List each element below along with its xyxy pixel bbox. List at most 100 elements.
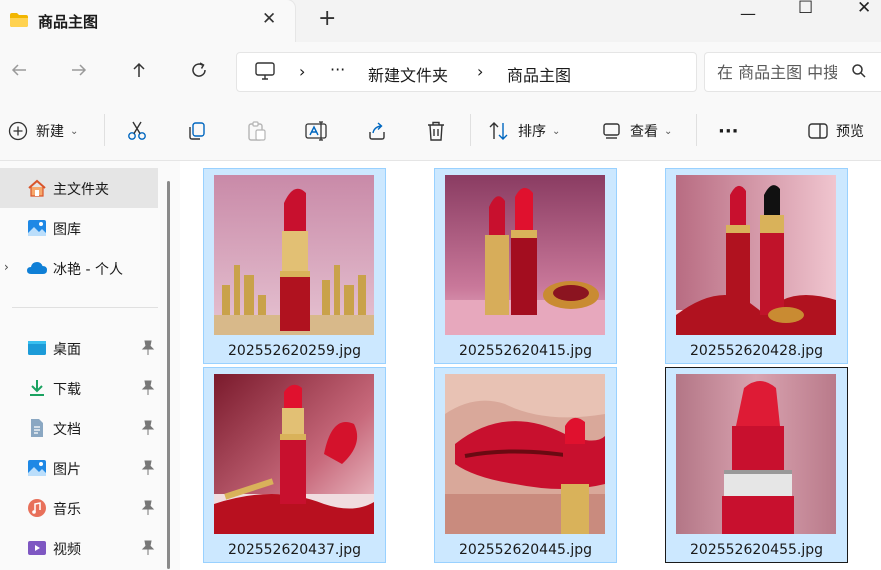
file-name[interactable]: 202552620455.jpg (666, 542, 847, 558)
refresh-icon[interactable] (184, 55, 214, 85)
sidebar-item-label: 文档 (53, 422, 81, 438)
file-tile[interactable]: 202552620437.jpg (203, 367, 386, 563)
file-tile[interactable]: 202552620455.jpg (665, 367, 848, 563)
sidebar-item-label: 音乐 (53, 502, 81, 518)
computer-monitor-icon[interactable] (255, 62, 275, 80)
window-close-button[interactable]: ✕ (857, 0, 871, 18)
sidebar-item-label: 主文件夹 (53, 182, 109, 198)
tab-title: 商品主图 (38, 13, 99, 31)
file-tile[interactable]: 202552620259.jpg (203, 168, 386, 364)
share-button[interactable] (366, 118, 388, 144)
forward-arrow-icon[interactable] (64, 55, 94, 85)
sidebar-scrollbar[interactable] (167, 181, 170, 569)
pin-icon[interactable] (141, 340, 155, 356)
file-thumbnail (445, 374, 605, 534)
pin-icon[interactable] (141, 420, 155, 436)
cut-button[interactable] (126, 118, 148, 144)
file-thumbnail (676, 175, 836, 335)
pin-icon[interactable] (141, 500, 155, 516)
pin-icon[interactable] (141, 540, 155, 556)
sidebar-divider (12, 307, 158, 308)
video-icon (28, 541, 46, 555)
new-button-label: 新建 (36, 124, 64, 140)
sidebar-item-documents[interactable]: 文档 (0, 408, 158, 448)
file-name[interactable]: 202552620445.jpg (435, 542, 616, 558)
sidebar-item-videos[interactable]: 视频 (0, 528, 158, 568)
music-icon (28, 499, 46, 517)
view-button[interactable]: 查看 ⌄ (602, 118, 672, 144)
sidebar-item-onedrive[interactable]: › 冰艳 - 个人 (0, 248, 158, 288)
file-thumbnail (676, 374, 836, 534)
search-icon[interactable] (851, 63, 867, 79)
sidebar-item-music[interactable]: 音乐 (0, 488, 158, 528)
file-name[interactable]: 202552620259.jpg (204, 343, 385, 359)
clipboard-icon (248, 121, 266, 141)
breadcrumb-item-current[interactable]: 商品主图 (507, 62, 571, 86)
breadcrumb-item-new-folder[interactable]: 新建文件夹 (368, 62, 448, 86)
sidebar-item-label: 视频 (53, 542, 81, 558)
delete-button[interactable] (426, 118, 446, 144)
more-options-button[interactable]: ··· (718, 118, 739, 144)
sort-button[interactable]: 排序 ⌄ (488, 118, 560, 144)
pin-icon[interactable] (141, 380, 155, 396)
navigation-bar: › ··· 新建文件夹 › 商品主图 (0, 42, 881, 100)
file-name[interactable]: 202552620428.jpg (666, 343, 847, 359)
pin-icon[interactable] (141, 460, 155, 476)
plus-circle-icon (8, 121, 28, 141)
address-bar[interactable]: › ··· 新建文件夹 › 商品主图 (236, 52, 697, 92)
maximize-button[interactable]: ☐ (798, 0, 813, 18)
command-bar: 新建 ⌄ 排序 ⌄ 查看 ⌄ ··· 预览 (0, 100, 881, 161)
sidebar-item-desktop[interactable]: 桌面 (0, 328, 158, 368)
rename-icon (305, 121, 327, 141)
gallery-icon (28, 220, 46, 236)
rename-button[interactable] (305, 118, 329, 144)
chevron-down-icon: ⌄ (70, 125, 79, 137)
desktop-icon (28, 341, 46, 355)
file-tile[interactable]: 202552620415.jpg (434, 168, 617, 364)
more-options-icon: ··· (718, 120, 739, 142)
sidebar-item-pictures[interactable]: 图片 (0, 448, 158, 488)
sort-icon (489, 122, 508, 140)
file-grid: 202552620259.jpg 202552620415.jpg 202552… (180, 161, 881, 570)
search-box[interactable] (704, 52, 881, 92)
chevron-right-icon[interactable]: › (4, 260, 9, 274)
sidebar-item-label: 图片 (53, 462, 81, 478)
minimize-button[interactable]: — (740, 4, 756, 24)
sidebar-item-home[interactable]: 主文件夹 (0, 168, 158, 208)
sidebar-item-label: 冰艳 - 个人 (53, 262, 123, 278)
new-tab-button[interactable]: + (318, 8, 336, 30)
onedrive-cloud-icon (27, 262, 47, 274)
navigation-pane: 主文件夹 图库 › 冰艳 - 个人 桌面 下载 文档 图片 音乐 视频 (0, 161, 180, 570)
file-thumbnail (214, 175, 374, 335)
file-thumbnail (445, 175, 605, 335)
view-icon (603, 123, 620, 139)
tab-current[interactable]: 商品主图 ✕ (0, 0, 295, 42)
tab-close-button[interactable]: ✕ (262, 9, 276, 29)
paste-button[interactable] (246, 118, 268, 144)
copy-button[interactable] (186, 118, 208, 144)
sidebar-item-gallery[interactable]: 图库 (0, 208, 158, 248)
file-tile[interactable]: 202552620428.jpg (665, 168, 848, 364)
toolbar-divider (104, 114, 105, 146)
file-tile[interactable]: 202552620445.jpg (434, 367, 617, 563)
download-icon (30, 380, 44, 396)
file-thumbnail (214, 374, 374, 534)
breadcrumb-separator[interactable]: › (299, 62, 305, 81)
search-input[interactable] (715, 59, 839, 85)
file-name[interactable]: 202552620415.jpg (435, 343, 616, 359)
file-name[interactable]: 202552620437.jpg (204, 542, 385, 558)
back-arrow-icon[interactable] (4, 55, 34, 85)
breadcrumb-separator[interactable]: › (477, 62, 483, 81)
title-bar: 商品主图 ✕ + — ☐ ✕ (0, 0, 881, 42)
sidebar-item-downloads[interactable]: 下载 (0, 368, 158, 408)
home-icon (28, 179, 46, 197)
sidebar-item-label: 桌面 (53, 342, 81, 358)
breadcrumb-more-button[interactable]: ··· (330, 60, 345, 79)
preview-button-label: 预览 (836, 124, 864, 140)
up-arrow-icon[interactable] (124, 55, 154, 85)
document-icon (31, 419, 43, 437)
preview-pane-icon (808, 123, 828, 139)
new-button[interactable]: 新建 ⌄ (8, 118, 78, 144)
share-icon (369, 122, 385, 140)
preview-pane-button[interactable]: 预览 (808, 118, 864, 144)
